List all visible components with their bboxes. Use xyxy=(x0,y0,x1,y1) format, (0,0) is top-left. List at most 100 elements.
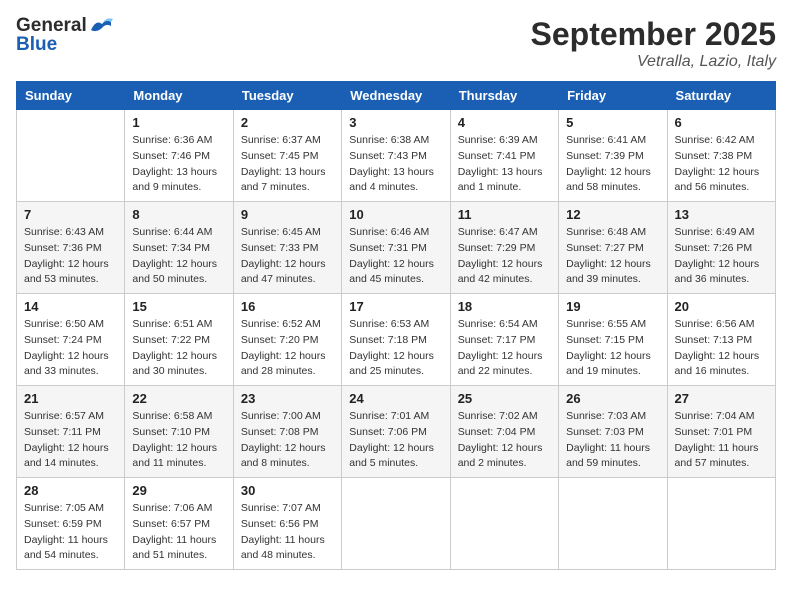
calendar-day-cell: 16 Sunrise: 6:52 AMSunset: 7:20 PMDayligh… xyxy=(233,294,341,386)
day-number: 4 xyxy=(458,115,551,130)
day-number: 10 xyxy=(349,207,442,222)
day-number: 20 xyxy=(675,299,768,314)
day-number: 27 xyxy=(675,391,768,406)
calendar-day-cell: 14 Sunrise: 6:50 AMSunset: 7:24 PMDayligh… xyxy=(17,294,125,386)
calendar-day-cell: 23Sunrise: 7:00 AMSunset: 7:08 PMDayligh… xyxy=(233,386,341,478)
calendar-day-cell: 1 Sunrise: 6:36 AMSunset: 7:46 PMDaylight… xyxy=(125,110,233,202)
day-number: 2 xyxy=(241,115,334,130)
calendar-day-cell: 27 Sunrise: 7:04 AMSunset: 7:01 PMDayligh… xyxy=(667,386,775,478)
day-info: Sunrise: 7:07 AMSunset: 6:56 PMDaylight:… xyxy=(241,501,334,564)
calendar-day-cell: 20 Sunrise: 6:56 AMSunset: 7:13 PMDayligh… xyxy=(667,294,775,386)
calendar-empty-cell xyxy=(17,110,125,202)
day-info: Sunrise: 6:36 AMSunset: 7:46 PMDaylight:… xyxy=(132,133,225,196)
day-info: Sunrise: 7:05 AMSunset: 6:59 PMDaylight:… xyxy=(24,501,117,564)
day-number: 3 xyxy=(349,115,442,130)
day-number: 18 xyxy=(458,299,551,314)
day-info: Sunrise: 7:01 AMSunset: 7:06 PMDaylight:… xyxy=(349,409,442,472)
calendar-day-cell: 2 Sunrise: 6:37 AMSunset: 7:45 PMDaylight… xyxy=(233,110,341,202)
day-info: Sunrise: 6:41 AMSunset: 7:39 PMDaylight:… xyxy=(566,133,659,196)
calendar-day-cell: 9Sunrise: 6:45 AMSunset: 7:33 PMDaylight… xyxy=(233,202,341,294)
calendar-week-row: 28 Sunrise: 7:05 AMSunset: 6:59 PMDayligh… xyxy=(17,478,776,570)
day-info: Sunrise: 6:52 AMSunset: 7:20 PMDaylight:… xyxy=(241,317,334,380)
day-number: 25 xyxy=(458,391,551,406)
calendar-empty-cell xyxy=(559,478,667,570)
day-number: 29 xyxy=(132,483,225,498)
day-info: Sunrise: 6:47 AMSunset: 7:29 PMDaylight:… xyxy=(458,225,551,288)
day-number: 28 xyxy=(24,483,117,498)
day-info: Sunrise: 6:57 AMSunset: 7:11 PMDaylight:… xyxy=(24,409,117,472)
day-number: 17 xyxy=(349,299,442,314)
day-info: Sunrise: 6:56 AMSunset: 7:13 PMDaylight:… xyxy=(675,317,768,380)
calendar-day-header: Saturday xyxy=(667,82,775,110)
day-info: Sunrise: 6:46 AMSunset: 7:31 PMDaylight:… xyxy=(349,225,442,288)
day-number: 7 xyxy=(24,207,117,222)
calendar-day-cell: 18 Sunrise: 6:54 AMSunset: 7:17 PMDayligh… xyxy=(450,294,558,386)
day-info: Sunrise: 7:04 AMSunset: 7:01 PMDaylight:… xyxy=(675,409,768,472)
day-info: Sunrise: 6:43 AMSunset: 7:36 PMDaylight:… xyxy=(24,225,117,288)
day-number: 22 xyxy=(132,391,225,406)
day-info: Sunrise: 6:55 AMSunset: 7:15 PMDaylight:… xyxy=(566,317,659,380)
day-number: 12 xyxy=(566,207,659,222)
day-number: 13 xyxy=(675,207,768,222)
day-info: Sunrise: 7:06 AMSunset: 6:57 PMDaylight:… xyxy=(132,501,225,564)
day-number: 16 xyxy=(241,299,334,314)
calendar-day-cell: 25Sunrise: 7:02 AMSunset: 7:04 PMDayligh… xyxy=(450,386,558,478)
day-info: Sunrise: 6:50 AMSunset: 7:24 PMDaylight:… xyxy=(24,317,117,380)
day-number: 9 xyxy=(241,207,334,222)
real-header: General Blue September 2025 Vetralla, La… xyxy=(16,16,776,71)
calendar-header-row: SundayMondayTuesdayWednesdayThursdayFrid… xyxy=(17,82,776,110)
calendar-table: SundayMondayTuesdayWednesdayThursdayFrid… xyxy=(16,81,776,570)
day-info: Sunrise: 6:58 AMSunset: 7:10 PMDaylight:… xyxy=(132,409,225,472)
calendar-day-cell: 7 Sunrise: 6:43 AMSunset: 7:36 PMDaylight… xyxy=(17,202,125,294)
calendar-day-cell: 6 Sunrise: 6:42 AMSunset: 7:38 PMDaylight… xyxy=(667,110,775,202)
logo-container: General Blue xyxy=(16,16,115,56)
calendar-day-cell: 11 Sunrise: 6:47 AMSunset: 7:29 PMDayligh… xyxy=(450,202,558,294)
calendar-empty-cell xyxy=(342,478,450,570)
day-info: Sunrise: 6:44 AMSunset: 7:34 PMDaylight:… xyxy=(132,225,225,288)
calendar-day-cell: 10 Sunrise: 6:46 AMSunset: 7:31 PMDayligh… xyxy=(342,202,450,294)
day-number: 23 xyxy=(241,391,334,406)
day-number: 30 xyxy=(241,483,334,498)
calendar-day-cell: 3 Sunrise: 6:38 AMSunset: 7:43 PMDaylight… xyxy=(342,110,450,202)
day-number: 1 xyxy=(132,115,225,130)
calendar-day-cell: 28 Sunrise: 7:05 AMSunset: 6:59 PMDayligh… xyxy=(17,478,125,570)
calendar-day-cell: 5 Sunrise: 6:41 AMSunset: 7:39 PMDaylight… xyxy=(559,110,667,202)
day-number: 5 xyxy=(566,115,659,130)
calendar-day-cell: 29 Sunrise: 7:06 AMSunset: 6:57 PMDayligh… xyxy=(125,478,233,570)
day-number: 11 xyxy=(458,207,551,222)
day-info: Sunrise: 6:42 AMSunset: 7:38 PMDaylight:… xyxy=(675,133,768,196)
title-area: September 2025 Vetralla, Lazio, Italy xyxy=(531,16,776,71)
location-subtitle: Vetralla, Lazio, Italy xyxy=(531,53,776,71)
day-info: Sunrise: 6:54 AMSunset: 7:17 PMDaylight:… xyxy=(458,317,551,380)
calendar-day-cell: 13Sunrise: 6:49 AMSunset: 7:26 PMDayligh… xyxy=(667,202,775,294)
day-info: Sunrise: 7:03 AMSunset: 7:03 PMDaylight:… xyxy=(566,409,659,472)
calendar-day-header: Thursday xyxy=(450,82,558,110)
calendar-day-cell: 21Sunrise: 6:57 AMSunset: 7:11 PMDayligh… xyxy=(17,386,125,478)
day-number: 26 xyxy=(566,391,659,406)
calendar-day-header: Sunday xyxy=(17,82,125,110)
day-number: 24 xyxy=(349,391,442,406)
calendar-empty-cell xyxy=(450,478,558,570)
calendar-day-cell: 24 Sunrise: 7:01 AMSunset: 7:06 PMDayligh… xyxy=(342,386,450,478)
calendar-day-header: Tuesday xyxy=(233,82,341,110)
calendar-day-header: Wednesday xyxy=(342,82,450,110)
day-number: 8 xyxy=(132,207,225,222)
day-info: Sunrise: 6:48 AMSunset: 7:27 PMDaylight:… xyxy=(566,225,659,288)
calendar-week-row: 7 Sunrise: 6:43 AMSunset: 7:36 PMDaylight… xyxy=(17,202,776,294)
logo-blue-text: Blue xyxy=(16,35,115,56)
calendar-week-row: 21Sunrise: 6:57 AMSunset: 7:11 PMDayligh… xyxy=(17,386,776,478)
day-number: 6 xyxy=(675,115,768,130)
calendar-day-cell: 30 Sunrise: 7:07 AMSunset: 6:56 PMDayligh… xyxy=(233,478,341,570)
day-info: Sunrise: 6:37 AMSunset: 7:45 PMDaylight:… xyxy=(241,133,334,196)
calendar-week-row: 1 Sunrise: 6:36 AMSunset: 7:46 PMDaylight… xyxy=(17,110,776,202)
day-number: 14 xyxy=(24,299,117,314)
day-number: 19 xyxy=(566,299,659,314)
calendar-day-header: Monday xyxy=(125,82,233,110)
day-info: Sunrise: 6:53 AMSunset: 7:18 PMDaylight:… xyxy=(349,317,442,380)
calendar-day-cell: 12 Sunrise: 6:48 AMSunset: 7:27 PMDayligh… xyxy=(559,202,667,294)
calendar-empty-cell xyxy=(667,478,775,570)
calendar-day-header: Friday xyxy=(559,82,667,110)
calendar-week-row: 14 Sunrise: 6:50 AMSunset: 7:24 PMDayligh… xyxy=(17,294,776,386)
day-info: Sunrise: 6:38 AMSunset: 7:43 PMDaylight:… xyxy=(349,133,442,196)
day-info: Sunrise: 6:39 AMSunset: 7:41 PMDaylight:… xyxy=(458,133,551,196)
